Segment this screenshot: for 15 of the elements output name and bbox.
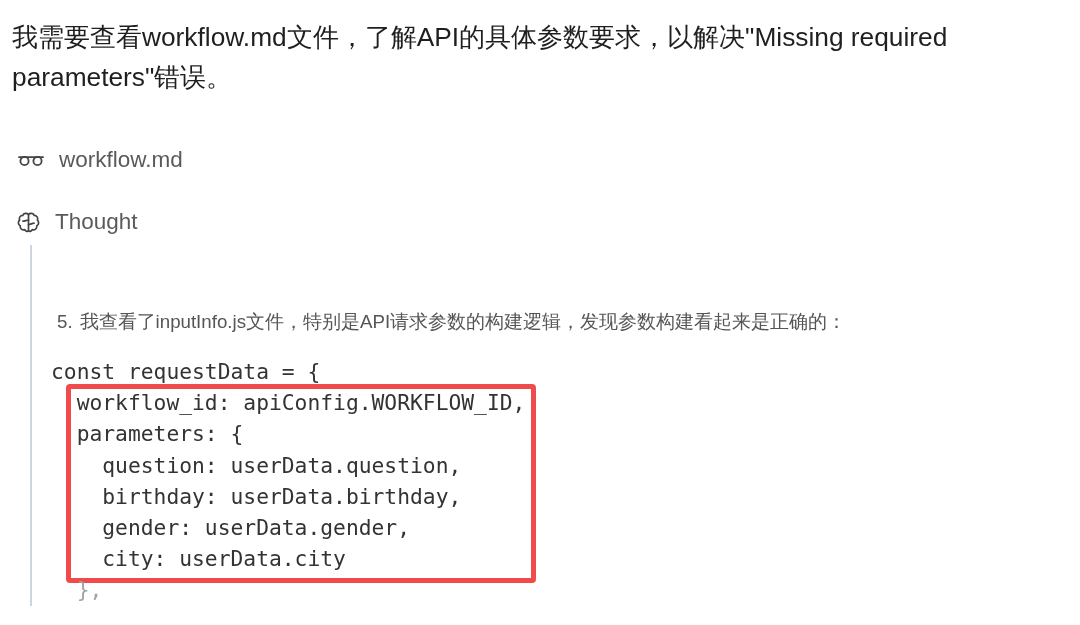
message-text: 我需要查看workflow.md文件，了解API的具体参数要求，以解决"Missing required parameters"错误。 — [11, 21, 949, 94]
code-line: const requestData = { — [51, 358, 321, 386]
code-line: birthday: userData.birthday, — [101, 482, 462, 511]
code-line: gender: userData.gender, — [101, 513, 410, 542]
code-line: }, — [75, 576, 103, 605]
code-line: city: userData.city — [101, 545, 346, 574]
file-link[interactable]: workflow.md — [0, 142, 183, 178]
code-line: question: userData.question, — [101, 451, 462, 480]
glasses-icon — [18, 154, 44, 166]
code-line: workflow_id: apiConfig.WORKFLOW_ID, — [75, 389, 526, 418]
code-line: parameters: { — [75, 420, 244, 449]
thought-toggle[interactable]: Thought — [0, 204, 138, 240]
list-item-text: 我查看了inputInfo.js文件，特别是API请求参数的构建逻辑，发现参数构建看起来是正确的： — [79, 310, 847, 334]
brain-icon — [17, 211, 40, 233]
list-number: 5. — [57, 310, 73, 334]
